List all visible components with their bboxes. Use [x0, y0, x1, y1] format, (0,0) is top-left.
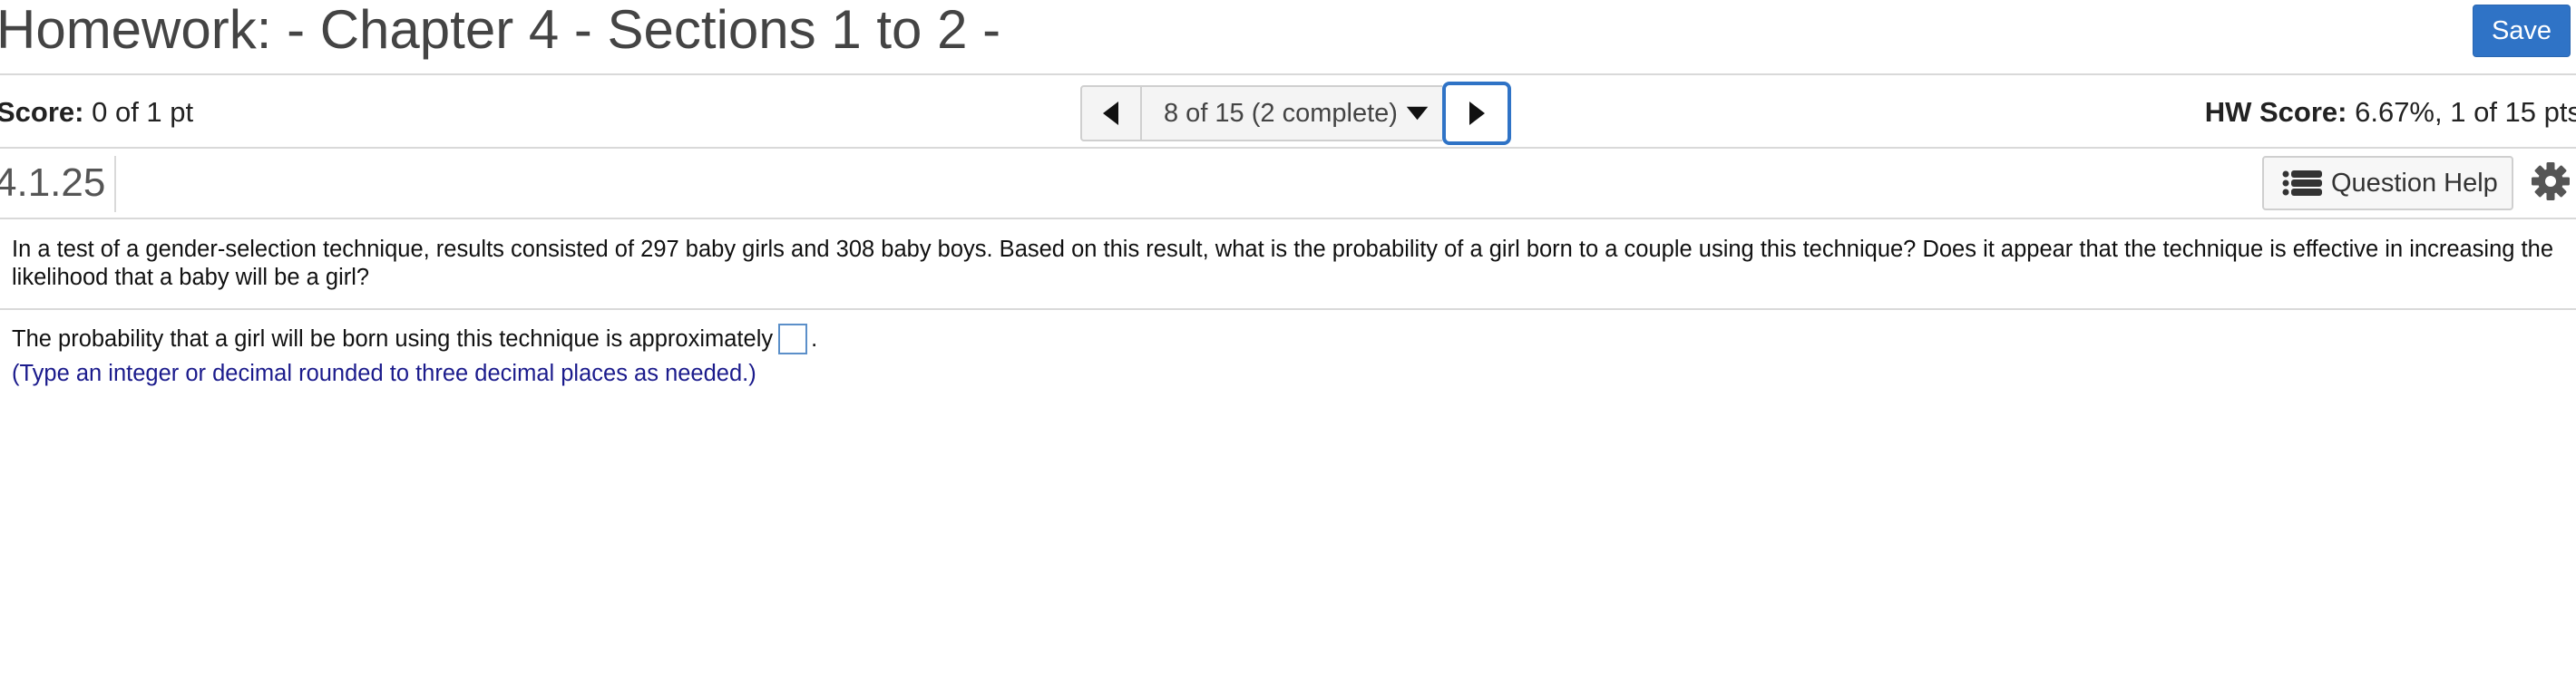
hw-score-label: HW Score: [2204, 96, 2347, 128]
answer-suffix: . [811, 326, 818, 352]
save-button[interactable]: Save [2473, 5, 2571, 57]
question-select[interactable]: 8 of 15 (2 complete) [1142, 85, 1442, 141]
question-navigator: 8 of 15 (2 complete) [1080, 82, 1511, 145]
question-help-label: Question Help [2331, 168, 2498, 198]
question-text-divider [0, 308, 2576, 310]
hw-score-value: 6.67%, 1 of 15 pts [2355, 96, 2576, 128]
caret-down-icon [1406, 106, 1429, 121]
triangle-left-icon [1103, 102, 1118, 125]
score-divider [0, 147, 2576, 149]
header-divider [0, 73, 2576, 75]
answer-input[interactable] [778, 324, 808, 354]
hw-score-display: HW Score: 6.67%, 1 of 15 pts [2205, 94, 2576, 131]
question-number-divider [114, 156, 116, 212]
question-text: In a test of a gender-selection techniqu… [12, 237, 2553, 290]
question-position: 8 of 15 (2 complete) [1164, 98, 1398, 128]
previous-question-button[interactable] [1080, 85, 1142, 141]
next-question-button[interactable] [1442, 82, 1511, 145]
question-help-button[interactable]: Question Help [2262, 156, 2513, 210]
list-icon [2282, 170, 2322, 196]
page-title: Homework: - Chapter 4 - Sections 1 to 2 … [0, 0, 1001, 60]
question-number: 4.1.25 [0, 160, 106, 205]
score-value: 0 of 1 pt [92, 96, 194, 128]
score-label: Score: [0, 96, 84, 128]
question-bar-divider [0, 218, 2576, 219]
answer-prompt: The probability that a girl will be born… [12, 326, 774, 352]
gear-icon[interactable] [2531, 161, 2571, 201]
triangle-right-icon [1469, 102, 1485, 125]
answer-hint: (Type an integer or decimal rounded to t… [12, 361, 756, 386]
score-display: Score: 0 of 1 pt [0, 94, 193, 131]
answer-line: The probability that a girl will be born… [12, 323, 817, 355]
